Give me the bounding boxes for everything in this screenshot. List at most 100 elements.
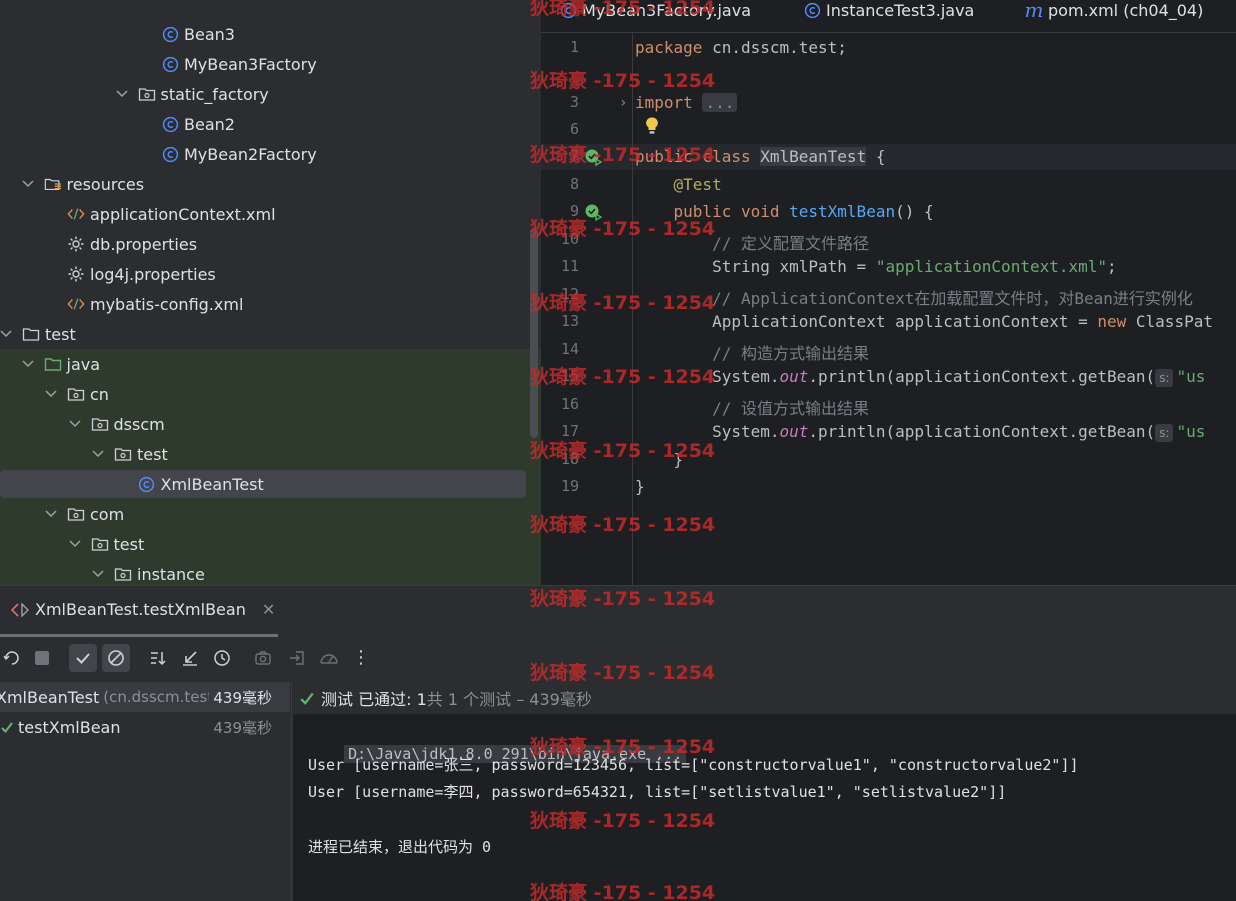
tree-item-label: applicationContext.xml (90, 204, 276, 224)
fold-chevron-icon[interactable]: › (619, 95, 627, 111)
gutter-divider (632, 33, 633, 585)
properties-file-icon (67, 265, 85, 283)
code-line[interactable]: 10 // 定义配置文件路径 (541, 228, 1236, 253)
test-method-name: testXmlBean (18, 717, 121, 737)
line-number: 11 (560, 257, 579, 275)
line-number: 15 (560, 367, 579, 385)
line-number: 17 (560, 422, 579, 440)
code-text: // 设值方式输出结果 (635, 395, 869, 419)
tree-item-bean3[interactable]: Bean3 (0, 19, 526, 49)
tab-pom-xml[interactable]: m pom.xml (ch04_04) (1025, 0, 1204, 22)
chevron-down-icon[interactable] (45, 510, 59, 518)
code-token: public void (635, 202, 790, 221)
code-text: } (635, 477, 645, 496)
tab-mybean3factory[interactable]: MyBean3Factory.java (559, 0, 751, 20)
run-config-icon (10, 601, 30, 619)
tree-item-resources[interactable]: resources (0, 169, 526, 199)
test-row-class[interactable]: XmlBeanTest (cn.dsscm.test 439毫秒 (0, 682, 290, 712)
tree-item-cn[interactable]: cn (0, 379, 526, 409)
tree-item-mybean3factory[interactable]: MyBean3Factory (0, 49, 526, 79)
code-line[interactable]: 6 (541, 116, 1236, 142)
code-line[interactable]: 7 public class XmlBeanTest { (541, 145, 1236, 169)
camera-icon[interactable] (249, 644, 277, 672)
resources-folder-icon (44, 175, 62, 193)
tree-item-com[interactable]: com (0, 499, 526, 529)
run-test-icon[interactable] (584, 147, 604, 167)
more-options-icon[interactable]: ⋮ (347, 644, 375, 672)
console-command-line[interactable]: D:\Java\jdk1.8.0_291\bin\java.exe ... (308, 727, 687, 763)
chevron-down-icon[interactable] (115, 90, 130, 98)
tree-item-applicationcontext-xml[interactable]: applicationContext.xml (0, 199, 526, 229)
code-line[interactable]: 14 // 构造方式输出结果 (541, 338, 1236, 364)
tree-item-test[interactable]: test (0, 529, 526, 559)
chevron-down-icon[interactable] (21, 180, 36, 188)
chevron-down-icon[interactable] (92, 450, 106, 458)
tree-item-label: java (66, 354, 101, 374)
close-icon[interactable]: ✕ (262, 600, 275, 619)
code-token: public class (635, 147, 761, 166)
code-text: // 构造方式输出结果 (635, 340, 869, 364)
show-passed-icon[interactable] (69, 644, 97, 672)
code-line[interactable]: 15 System.out.println(applicationContext… (541, 365, 1236, 389)
tree-item-java[interactable]: java (0, 349, 526, 379)
line-number: 14 (560, 340, 579, 358)
code-line[interactable]: 17 System.out.println(applicationContext… (541, 420, 1236, 444)
class-icon (161, 25, 179, 43)
tab-label: InstanceTest3.java (826, 0, 975, 20)
tree-item-bean2[interactable]: Bean2 (0, 109, 526, 139)
code-line[interactable]: 19} (541, 475, 1236, 499)
chevron-down-icon[interactable] (68, 420, 83, 428)
tree-item-mybatis-config-xml[interactable]: mybatis-config.xml (0, 289, 526, 319)
chevron-down-icon[interactable] (0, 330, 14, 338)
tree-item-log4j-properties[interactable]: log4j.properties (0, 259, 526, 289)
code-token: ; (1107, 257, 1117, 276)
tree-scrollbar[interactable] (530, 228, 538, 438)
tree-item-instance[interactable]: instance (0, 559, 526, 585)
chevron-down-icon[interactable] (68, 540, 83, 548)
line-number: 9 (569, 202, 579, 220)
code-token: ApplicationContext applicationContext = (635, 312, 1098, 331)
tree-item-mybean2factory[interactable]: MyBean2Factory (0, 139, 526, 169)
chevron-down-icon[interactable] (21, 360, 36, 368)
code-line[interactable]: 13 ApplicationContext applicationContext… (541, 310, 1236, 334)
coverage-gauge-icon[interactable] (315, 644, 343, 672)
code-token: cn.dsscm.test; (712, 38, 847, 57)
code-line[interactable]: 1 package cn.dsscm.test; (541, 36, 1236, 60)
tree-item-dsscm[interactable]: dsscm (0, 409, 526, 439)
line-number: 10 (560, 230, 579, 248)
chevron-down-icon[interactable] (45, 390, 59, 398)
code-line[interactable]: 11 String xmlPath = "applicationContext.… (541, 255, 1236, 279)
lightbulb-icon[interactable] (644, 116, 660, 140)
tab-instancetest3[interactable]: InstanceTest3.java (803, 0, 974, 20)
code-line[interactable]: 18 } (541, 448, 1236, 472)
collapse-all-icon[interactable] (176, 644, 204, 672)
run-tab[interactable]: XmlBeanTest.testXmlBean ✕ (10, 600, 275, 619)
status-detail: 共 1 个测试 – 439毫秒 (426, 690, 592, 709)
xml-file-icon (67, 295, 85, 313)
chevron-down-icon[interactable] (92, 570, 106, 578)
code-editor[interactable]: 1 package cn.dsscm.test; 3 › import ... 6 7 pub… (541, 33, 1236, 585)
code-line[interactable]: 8 @Test (541, 173, 1236, 197)
tree-item-db-properties[interactable]: db.properties (0, 229, 526, 259)
test-row-method[interactable]: testXmlBean 439毫秒 (0, 712, 290, 742)
code-line[interactable]: 12 // ApplicationContext在加载配置文件时，对Bean进行… (541, 283, 1236, 308)
test-history-icon[interactable] (208, 644, 236, 672)
tree-item-static-factory[interactable]: static_factory (0, 79, 526, 109)
code-line[interactable]: 16 // 设值方式输出结果 (541, 393, 1236, 419)
tree-item-xmlbeantest[interactable]: XmlBeanTest (0, 470, 526, 498)
stop-icon[interactable] (28, 644, 56, 672)
run-test-icon[interactable] (584, 202, 604, 222)
code-line[interactable]: 3 › import ... (541, 91, 1236, 115)
line-number: 1 (569, 38, 579, 56)
tab-label: pom.xml (ch04_04) (1048, 0, 1204, 20)
tree-item-test[interactable]: test (0, 319, 526, 349)
code-line[interactable]: 9 public void testXmlBean() { (541, 200, 1236, 224)
rerun-failed-icon[interactable] (0, 644, 26, 672)
code-text: public void testXmlBean() { (635, 202, 934, 221)
tree-item-test[interactable]: test (0, 439, 526, 469)
sort-alphabetically-icon[interactable] (144, 644, 172, 672)
import-tests-icon[interactable] (283, 644, 311, 672)
tree-item-label: db.properties (90, 234, 198, 254)
show-ignored-icon[interactable] (102, 644, 130, 672)
xml-file-icon (67, 205, 85, 223)
